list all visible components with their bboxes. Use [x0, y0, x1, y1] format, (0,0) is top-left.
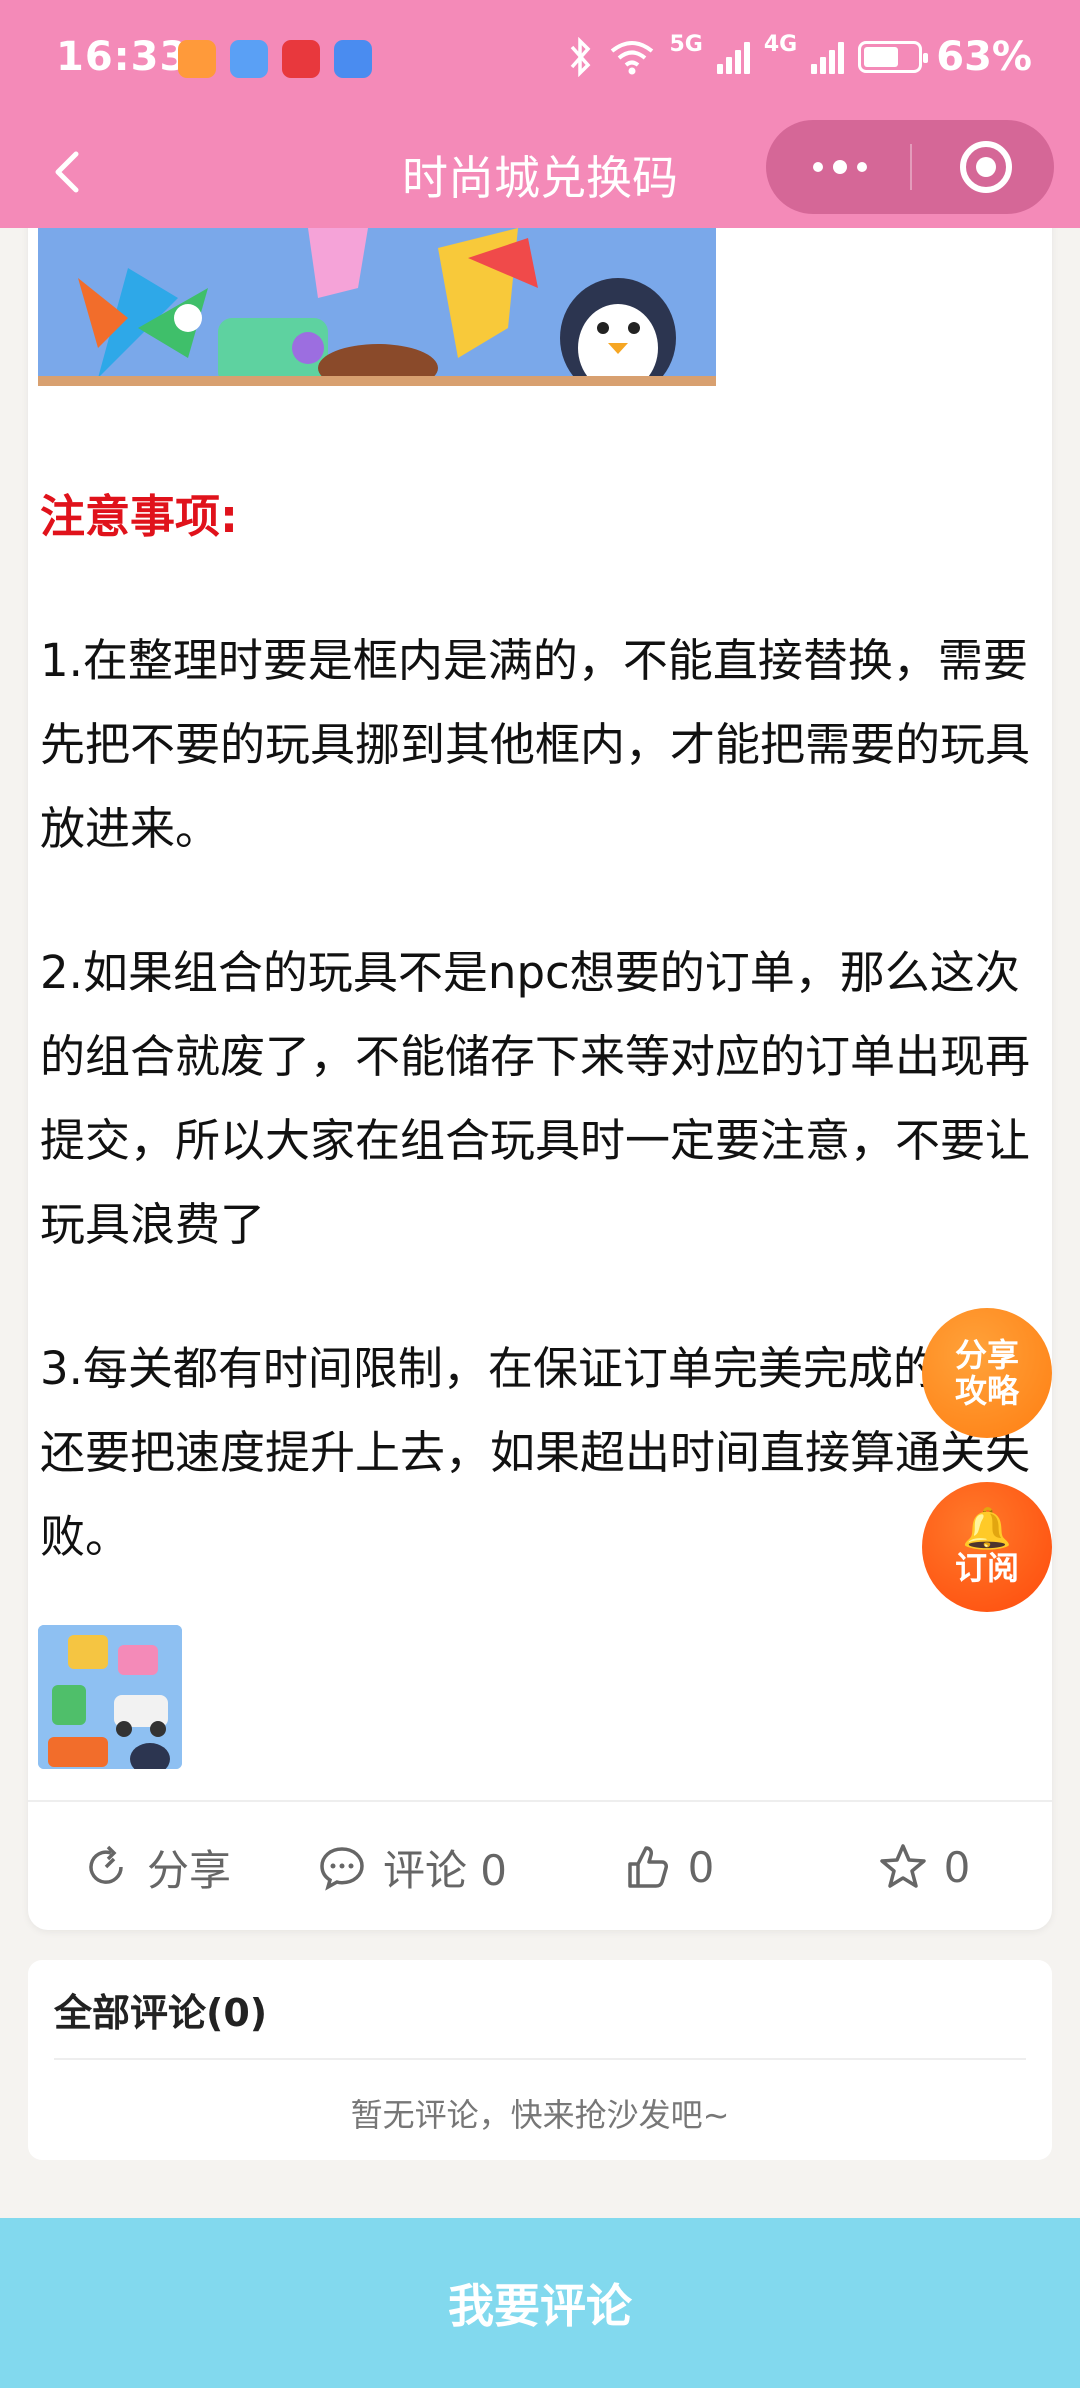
battery-percent: 63% [936, 34, 1032, 80]
share-button[interactable]: 分享 [28, 1837, 284, 1898]
close-mini-program-icon[interactable] [960, 141, 1012, 193]
comments-empty-text: 暂无评论，快来抢沙发吧~ [350, 2096, 730, 2134]
bell-icon: 🔔 [962, 1506, 1012, 1552]
article-thumbnail-image[interactable] [38, 1625, 182, 1769]
mini-program-capsule [766, 120, 1054, 214]
signal-icon-2 [811, 40, 845, 74]
app-notification-icon [178, 40, 216, 78]
article-content: 注意事项: 1.在整理时要是框内是满的，不能直接替换，需要先把不要的玩具挪到其他… [40, 475, 1040, 1639]
share-guide-label-1: 分享 [954, 1336, 1019, 1374]
like-button[interactable]: 0 [540, 1842, 796, 1892]
battery-icon [858, 41, 929, 73]
article-paragraph: 1.在整理时要是框内是满的，不能直接替换，需要先把不要的玩具挪到其他框内，才能把… [40, 634, 1031, 855]
comment-icon [320, 1847, 364, 1891]
comment-count: 评论 0 [382, 1845, 508, 1895]
subscribe-float-button[interactable]: 🔔 订阅 [922, 1482, 1052, 1612]
bluetooth-icon [570, 37, 590, 77]
network-label-4g: 4G [763, 32, 798, 57]
thumbs-up-icon [627, 1846, 668, 1888]
like-count: 0 [687, 1842, 715, 1892]
article-action-bar: 分享 评论 0 0 0 [28, 1800, 1052, 1932]
write-comment-button[interactable]: 我要评论 [0, 2218, 1080, 2388]
more-icon[interactable] [810, 144, 870, 190]
share-guide-label-2: 攻略 [954, 1372, 1019, 1410]
comments-divider [54, 2058, 1026, 2060]
book-notification-icon [282, 40, 320, 78]
music-notification-icon [230, 40, 268, 78]
status-indicators: 5G 4G 63% [566, 32, 1032, 80]
share-label: 分享 [146, 1845, 231, 1895]
comments-section: 全部评论(0) 暂无评论，快来抢沙发吧~ [28, 1960, 1052, 2160]
comment-button[interactable]: 评论 0 [284, 1837, 540, 1898]
article-paragraph: 2.如果组合的玩具不是npc想要的订单，那么这次的组合就废了，不能储存下来等对应… [40, 946, 1031, 1251]
star-icon [879, 1844, 926, 1888]
article-banner-image [38, 228, 716, 386]
favorite-count: 0 [943, 1842, 971, 1892]
notice-heading: 注意事项: [40, 490, 238, 543]
comments-title: 全部评论(0) [54, 1991, 268, 2035]
capsule-divider [910, 144, 912, 190]
top-bar: 16:33 5G 4G 63% 时尚城兑换码 [0, 0, 1080, 228]
share-icon [89, 1845, 123, 1884]
article-paragraph: 3.每关都有时间限制，在保证订单完美完成的同时还要把速度提升上去，如果超出时间直… [40, 1342, 1031, 1563]
card-notification-icon [334, 40, 372, 78]
status-bar: 16:33 5G 4G 63% [0, 0, 1080, 120]
nav-bar: 时尚城兑换码 [0, 120, 1080, 228]
signal-icon-1 [716, 40, 750, 74]
status-time: 16:33 [56, 34, 189, 80]
wifi-icon [610, 41, 653, 75]
subscribe-label: 订阅 [954, 1549, 1019, 1587]
article-card: 注意事项: 1.在整理时要是框内是满的，不能直接替换，需要先把不要的玩具挪到其他… [28, 200, 1052, 1930]
network-label-5g: 5G [669, 32, 703, 57]
share-guide-float-button[interactable]: 分享 攻略 [922, 1308, 1052, 1438]
favorite-button[interactable]: 0 [796, 1842, 1052, 1892]
